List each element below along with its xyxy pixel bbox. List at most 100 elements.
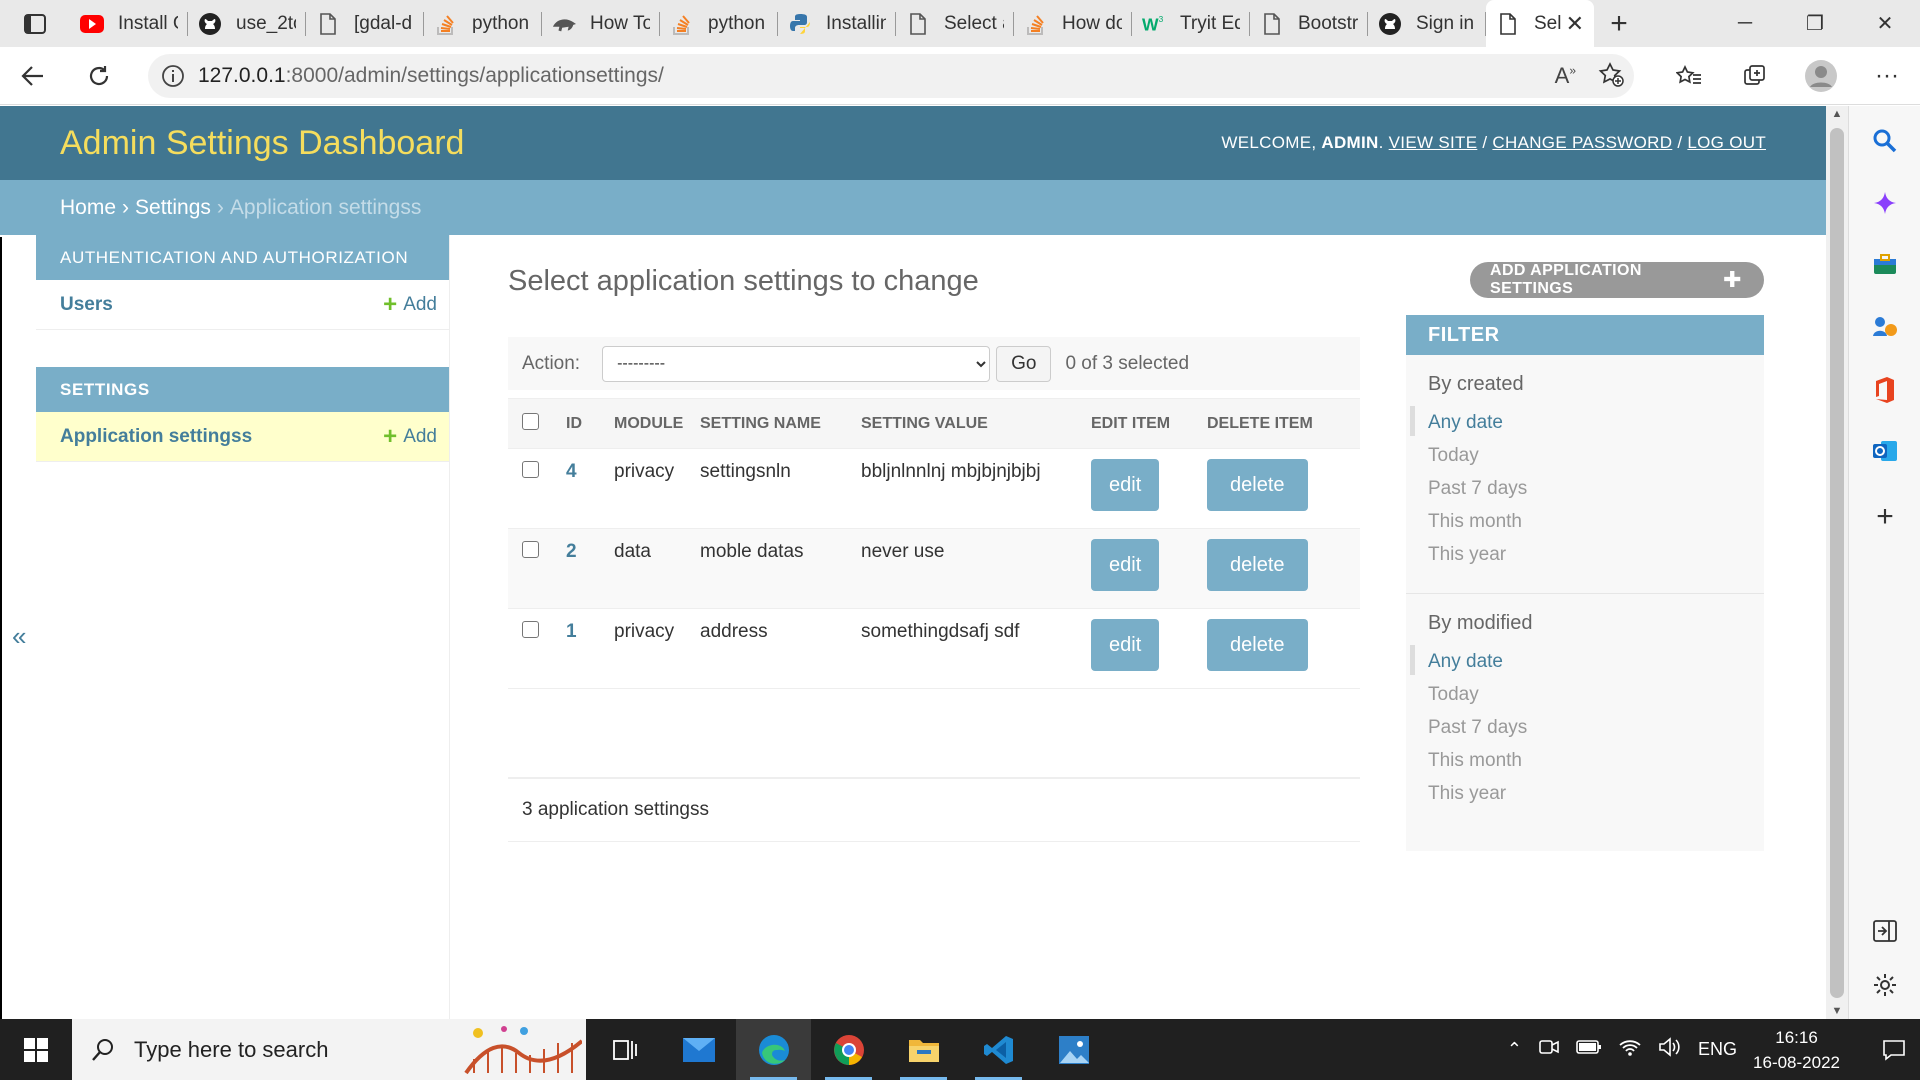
breadcrumb-settings[interactable]: Settings [135, 196, 211, 220]
edit-button[interactable]: edit [1091, 539, 1160, 591]
column-header-setting-name[interactable]: Setting name [692, 398, 853, 449]
photos-app[interactable] [1036, 1019, 1111, 1080]
battery-icon[interactable] [1576, 1039, 1602, 1060]
new-tab-button[interactable]: + [1594, 7, 1644, 41]
scroll-down-icon[interactable]: ▼ [1826, 1005, 1848, 1017]
edit-button[interactable]: edit [1091, 619, 1160, 671]
filter-option[interactable]: This month [1428, 511, 1764, 544]
row-id-link[interactable]: 2 [566, 541, 577, 562]
filter-option[interactable]: This year [1428, 544, 1764, 577]
module-caption-settings[interactable]: Settings [36, 367, 449, 412]
delete-button[interactable]: delete [1207, 539, 1308, 591]
file-explorer-app[interactable] [886, 1019, 961, 1080]
notifications-button[interactable] [1868, 1038, 1920, 1062]
filter-option[interactable]: Any date [1410, 406, 1764, 445]
edge-app[interactable] [736, 1019, 811, 1080]
filter-option[interactable]: This month [1428, 750, 1764, 783]
module-caption-auth[interactable]: Authentication and Authorization [36, 235, 449, 280]
scroll-up-icon[interactable]: ▲ [1826, 108, 1848, 120]
view-site-link[interactable]: View site [1389, 133, 1478, 152]
profile-avatar-icon[interactable] [1788, 59, 1854, 93]
filter-option[interactable]: Past 7 days [1428, 478, 1764, 511]
browser-tab[interactable]: [gdal-d [306, 0, 424, 47]
tab-active[interactable]: Sel ✕ [1486, 0, 1594, 47]
taskbar-search-box[interactable]: Type here to search [72, 1019, 586, 1080]
vscode-app[interactable] [961, 1019, 1036, 1080]
volume-icon[interactable] [1658, 1037, 1682, 1062]
column-header-setting-value[interactable]: Setting value [853, 398, 1083, 449]
add-sidebar-app-icon[interactable]: + [1849, 500, 1920, 534]
site-branding[interactable]: Admin Settings Dashboard [60, 124, 464, 163]
favorite-add-icon[interactable] [1598, 61, 1624, 92]
add-application-settings-button[interactable]: Add application settings ✚ [1470, 262, 1764, 298]
read-aloud-icon[interactable]: A» [1555, 63, 1576, 89]
filter-option[interactable]: This year [1428, 783, 1764, 816]
office-icon[interactable] [1849, 376, 1920, 404]
collections-icon[interactable] [1722, 63, 1788, 89]
site-info-icon[interactable] [148, 64, 198, 88]
search-icon[interactable] [1849, 128, 1920, 154]
add-user-link[interactable]: + Add [383, 292, 437, 317]
scrollbar-thumb[interactable] [1830, 128, 1844, 998]
sidebar-item-label[interactable]: Application settingss [60, 426, 252, 448]
outlook-icon[interactable] [1849, 438, 1920, 464]
row-select-checkbox[interactable] [522, 621, 539, 638]
browser-tab[interactable]: python [424, 0, 542, 47]
column-header-id[interactable]: ID [558, 398, 606, 449]
tools-briefcase-icon[interactable] [1849, 252, 1920, 276]
discover-sparkle-icon[interactable] [1849, 190, 1920, 216]
close-window-icon[interactable]: ✕ [1850, 0, 1920, 47]
start-button[interactable] [0, 1019, 72, 1080]
column-header-module[interactable]: Module [606, 398, 692, 449]
restore-icon[interactable]: ❐ [1780, 0, 1850, 47]
edit-button[interactable]: edit [1091, 459, 1160, 511]
browser-tab[interactable]: Installin [778, 0, 896, 47]
browser-tab[interactable]: Sign in [1368, 0, 1486, 47]
browser-tab[interactable]: python [660, 0, 778, 47]
page-scrollbar[interactable]: ▲ ▼ [1826, 106, 1848, 1019]
browser-tab[interactable]: Install G [70, 0, 188, 47]
breadcrumb-home[interactable]: Home [60, 196, 116, 220]
address-bar[interactable]: 127.0.0.1:8000/admin/settings/applicatio… [148, 54, 1634, 98]
log-out-link[interactable]: Log out [1687, 133, 1766, 152]
favorites-icon[interactable] [1656, 64, 1722, 88]
filter-option[interactable]: Today [1428, 684, 1764, 717]
show-hidden-icons-icon[interactable]: ⌃ [1507, 1039, 1522, 1060]
tab-actions-button[interactable] [0, 0, 70, 47]
input-language[interactable]: ENG [1698, 1039, 1737, 1060]
sidebar-item-label[interactable]: Users [60, 294, 113, 316]
refresh-button[interactable] [66, 47, 132, 105]
sidebar-collapse-toggle[interactable]: « [12, 621, 26, 652]
change-password-link[interactable]: Change password [1492, 133, 1672, 152]
settings-gear-icon[interactable] [1849, 972, 1920, 998]
row-id-link[interactable]: 1 [566, 621, 577, 642]
chrome-app[interactable] [811, 1019, 886, 1080]
close-tab-icon[interactable]: ✕ [1566, 11, 1584, 37]
filter-option[interactable]: Today [1428, 445, 1764, 478]
games-icon[interactable] [1849, 314, 1920, 340]
back-button[interactable] [0, 47, 66, 105]
browser-tab[interactable]: How To [542, 0, 660, 47]
hide-sidebar-icon[interactable] [1849, 920, 1920, 942]
wifi-icon[interactable] [1618, 1037, 1642, 1062]
browser-tab[interactable]: Select a [896, 0, 1014, 47]
meet-now-icon[interactable] [1538, 1037, 1560, 1062]
select-all-checkbox[interactable] [522, 412, 539, 430]
browser-tab[interactable]: How do [1014, 0, 1132, 47]
row-id-link[interactable]: 4 [566, 461, 577, 482]
go-button[interactable]: Go [996, 345, 1052, 382]
row-select-checkbox[interactable] [522, 461, 539, 478]
filter-option[interactable]: Any date [1410, 645, 1764, 684]
browser-tab[interactable]: use_2to [188, 0, 306, 47]
filter-option[interactable]: Past 7 days [1428, 717, 1764, 750]
browser-tab[interactable]: Bootstra [1250, 0, 1368, 47]
action-select[interactable]: --------- [602, 345, 991, 382]
delete-button[interactable]: delete [1207, 619, 1308, 671]
delete-button[interactable]: delete [1207, 459, 1308, 511]
minimize-icon[interactable]: ─ [1710, 0, 1780, 47]
clock[interactable]: 16:16 16-08-2022 [1753, 1025, 1840, 1075]
mail-app[interactable] [661, 1019, 736, 1080]
add-application-settings-link[interactable]: + Add [383, 424, 437, 449]
browser-tab[interactable]: W 3 Tryit Ed [1132, 0, 1250, 47]
task-view-button[interactable] [586, 1019, 661, 1080]
